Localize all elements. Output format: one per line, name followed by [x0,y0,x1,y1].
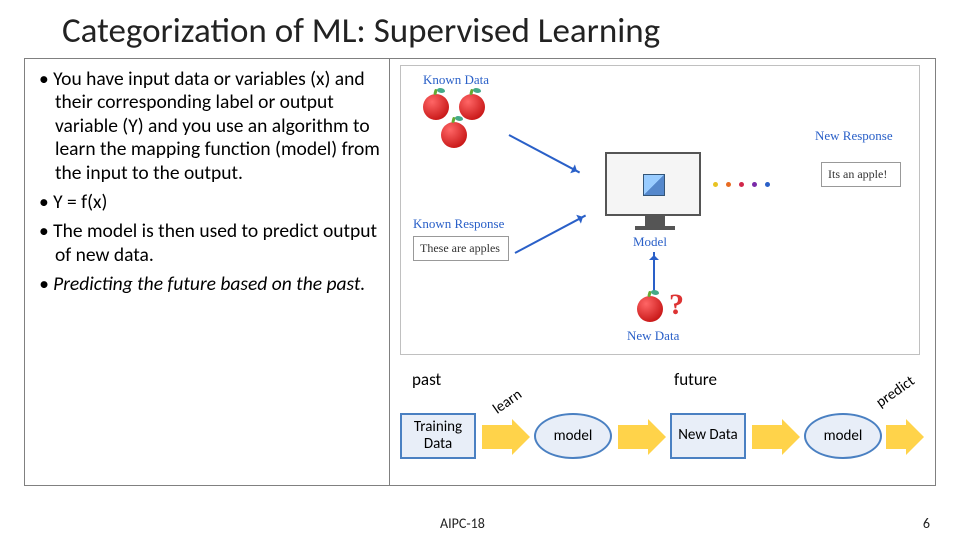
flow-diagram: past future Training Data learn model Ne… [390,369,935,499]
arrow-icon [653,252,655,292]
footer-page: 6 [923,515,930,532]
new-response-box: Its an apple! [821,162,901,187]
bullet-column: You have input data or variables (x) and… [25,59,390,485]
box-new-data: New Data [670,413,746,459]
label-model: Model [633,234,667,250]
bullet-4: Predicting the future based on the past. [39,270,381,299]
box-label: New Data [678,427,738,444]
box-training-data: Training Data [400,413,476,459]
label-future: future [674,369,717,390]
label-learn: learn [490,386,526,419]
diagram-column: Known Data Known Response These are appl… [390,59,935,485]
apple-icon [423,94,449,120]
oval-label: model [824,427,863,445]
label-predict: predict [873,372,919,411]
oval-model-2: model [804,413,882,459]
bullet-2: Y = f(x) [39,188,381,217]
dots-icon [713,182,770,187]
arrow-icon [752,425,782,449]
arrow-icon [886,425,906,449]
label-new-data: New Data [627,328,679,344]
bullet-1: You have input data or variables (x) and… [39,65,381,188]
apple-icon [637,296,663,322]
apple-icon [459,94,485,120]
concept-diagram: Known Data Known Response These are appl… [400,65,920,355]
label-known-response: Known Response [413,216,504,232]
footer-code: AIPC-18 [440,515,485,532]
question-icon: ? [669,288,684,322]
arrow-icon [515,215,587,254]
arrow-icon [482,425,512,449]
known-data-apples [417,90,513,154]
oval-model-1: model [534,413,612,459]
box-label: Training Data [402,419,474,454]
computer-icon [605,152,701,216]
label-past: past [412,369,441,390]
apple-icon [441,122,467,148]
cube-icon [643,174,665,196]
bullet-3: The model is then used to predict output… [39,217,381,270]
arrow-icon [618,425,648,449]
oval-label: model [554,427,593,445]
known-response-box: These are apples [413,236,509,261]
page-title: Categorization of ML: Supervised Learnin… [0,0,960,58]
arrow-icon [509,134,581,173]
label-known-data: Known Data [423,72,489,88]
content-frame: You have input data or variables (x) and… [24,58,936,486]
label-new-response: New Response [815,128,893,144]
